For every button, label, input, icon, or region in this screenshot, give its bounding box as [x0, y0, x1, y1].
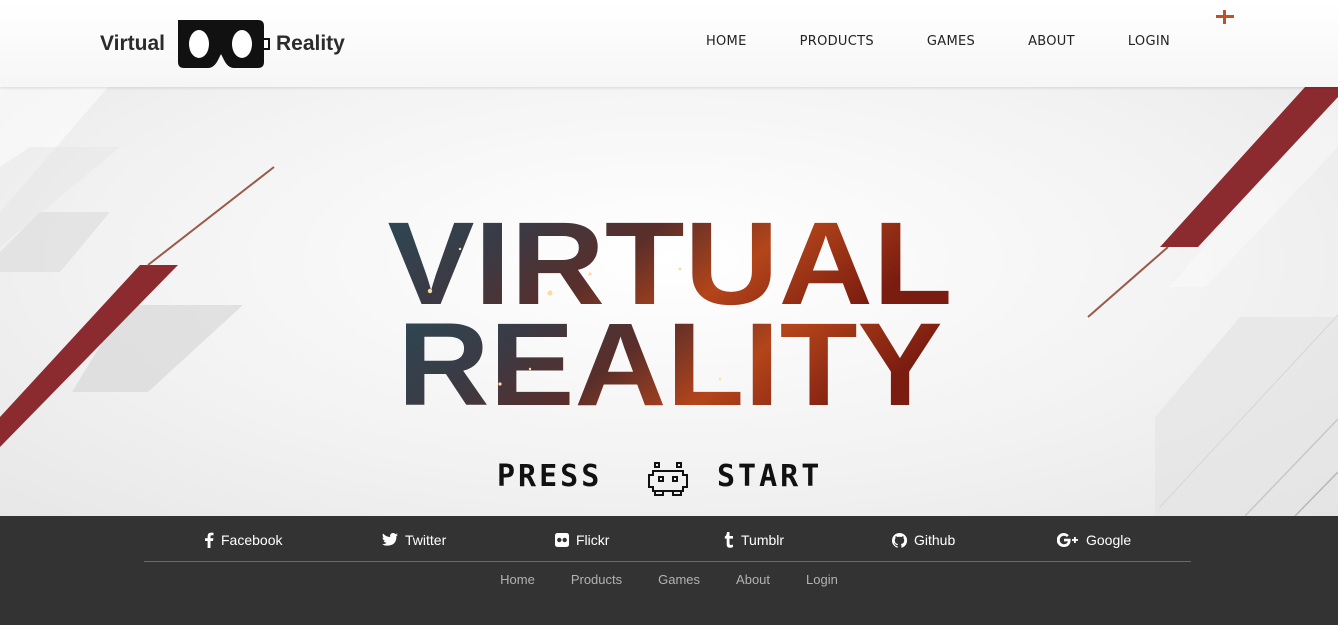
plus-icon[interactable] [1216, 10, 1234, 24]
footer-nav: Home Products Games About Login [0, 572, 1338, 587]
social-google-label: Google [1086, 532, 1132, 548]
social-github-label: Github [914, 532, 956, 548]
hero-section: VIRTUAL REALITY PRESS START [0, 87, 1338, 516]
nav-about[interactable]: ABOUT [1028, 34, 1075, 49]
social-flickr-label: Flickr [576, 532, 610, 548]
hero-title-line2: REALITY [398, 299, 943, 409]
site-header: Virtual Reality HOME PRODUCTS GAMES ABOU… [0, 0, 1338, 87]
social-facebook-label: Facebook [221, 532, 283, 548]
footer-divider [144, 561, 1191, 562]
google-plus-icon [1057, 533, 1078, 547]
start-label: START [717, 459, 823, 494]
social-twitter-label: Twitter [405, 532, 447, 548]
social-twitter[interactable]: Twitter [382, 532, 446, 548]
tumblr-icon [724, 532, 733, 548]
nav-login[interactable]: LOGIN [1128, 34, 1170, 49]
social-facebook[interactable]: Facebook [204, 532, 282, 548]
press-start-button[interactable]: PRESS START [497, 459, 837, 499]
hero-title: VIRTUAL REALITY [388, 209, 953, 409]
main-nav: HOME PRODUCTS GAMES ABOUT LOGIN [706, 34, 1170, 49]
social-github[interactable]: Github [892, 532, 955, 548]
social-links: Facebook Twitter Flickr Tumblr Github Go… [144, 532, 1191, 560]
github-icon [892, 532, 907, 548]
brand-logo[interactable]: Virtual Reality [100, 16, 345, 72]
nav-home[interactable]: HOME [706, 34, 747, 49]
space-invader-icon [648, 462, 688, 496]
footer-link-games[interactable]: Games [658, 572, 700, 587]
social-flickr[interactable]: Flickr [555, 532, 609, 548]
facebook-icon [205, 532, 214, 548]
footer-link-products[interactable]: Products [571, 572, 622, 587]
footer-link-home[interactable]: Home [500, 572, 535, 587]
flickr-icon [555, 533, 569, 547]
social-google[interactable]: Google [1057, 532, 1131, 548]
site-footer: Facebook Twitter Flickr Tumblr Github Go… [0, 516, 1338, 625]
footer-link-about[interactable]: About [736, 572, 770, 587]
vr-headset-icon [177, 20, 270, 68]
social-tumblr[interactable]: Tumblr [724, 532, 784, 548]
social-tumblr-label: Tumblr [741, 532, 785, 548]
brand-text-right: Reality [275, 32, 345, 55]
brand-text-left: Virtual [100, 32, 165, 55]
nav-products[interactable]: PRODUCTS [800, 34, 874, 49]
nav-games[interactable]: GAMES [927, 34, 975, 49]
footer-link-login[interactable]: Login [806, 572, 838, 587]
press-label: PRESS [497, 459, 603, 494]
twitter-icon [382, 533, 398, 546]
